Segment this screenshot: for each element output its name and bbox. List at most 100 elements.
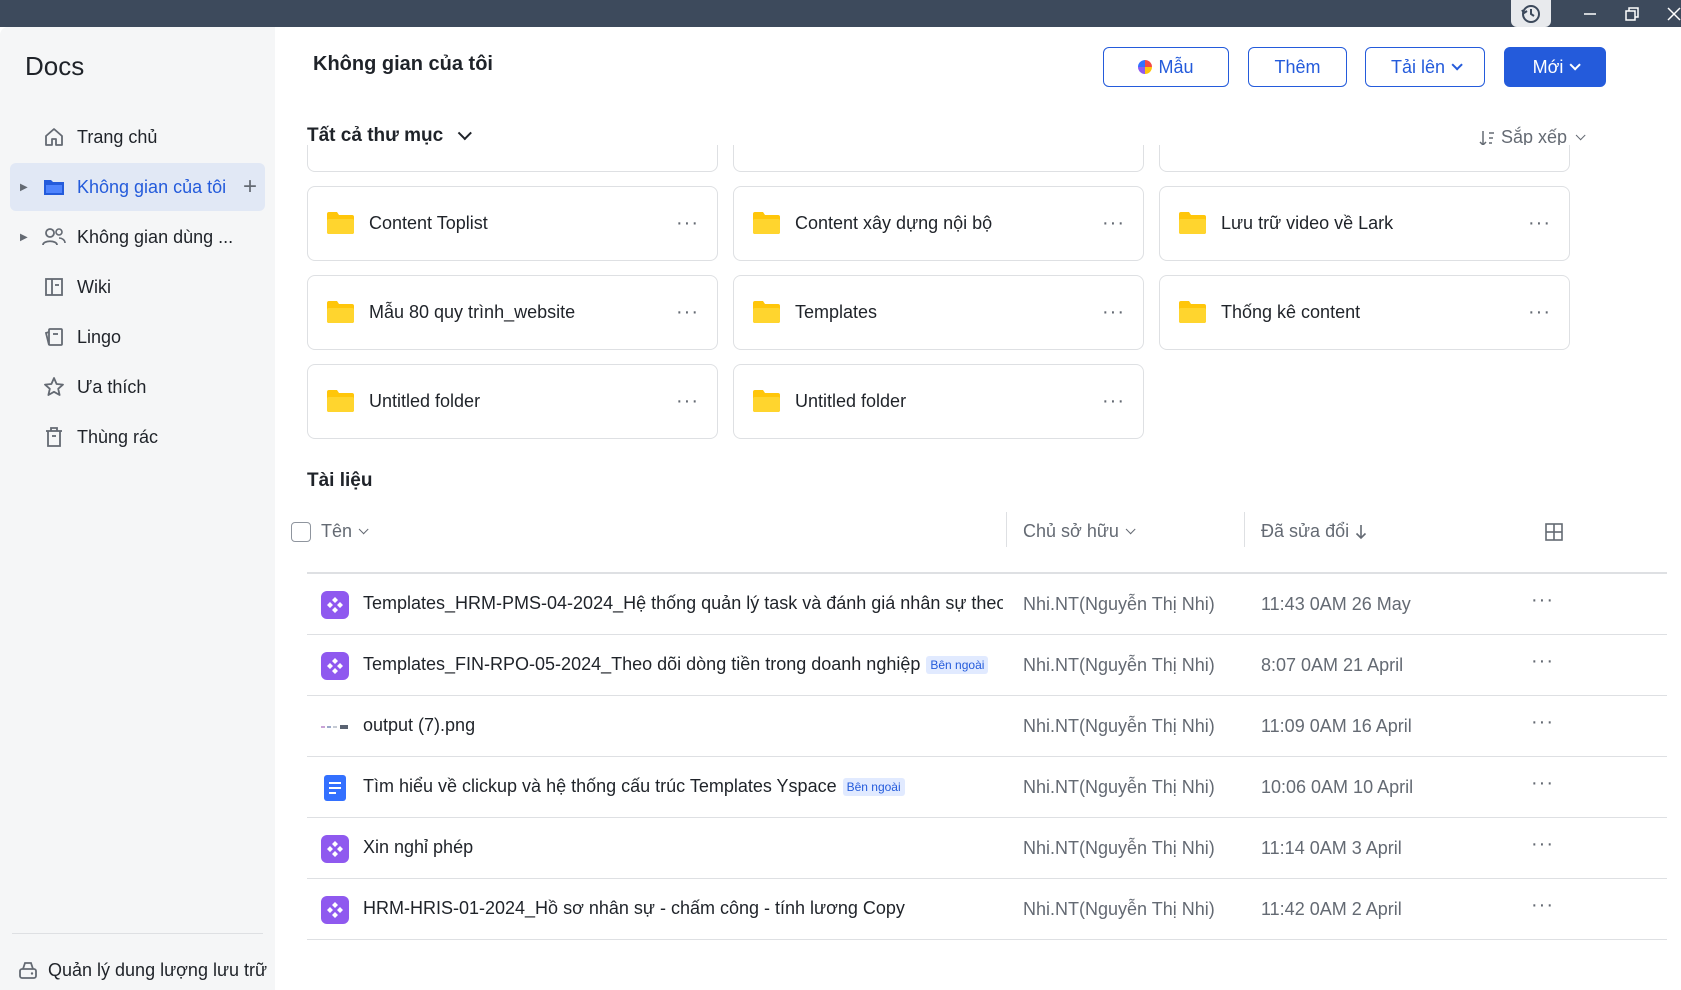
more-icon[interactable]: ···: [1531, 833, 1554, 856]
all-folders-dropdown[interactable]: Tất cả thư mục: [307, 125, 473, 147]
main-content: Không gian của tôi Mẫu Thêm Tải lên Mới …: [275, 27, 1681, 990]
select-all-checkbox[interactable]: [291, 522, 311, 542]
more-icon[interactable]: ···: [1531, 894, 1554, 917]
document-name: Templates_HRM-PMS-04-2024_Hệ thống quản …: [363, 593, 1003, 614]
sidebar-item-my-space[interactable]: ▶ Không gian của tôi +: [10, 163, 265, 211]
star-icon: [42, 375, 66, 399]
document-list: Templates_HRM-PMS-04-2024_Hệ thống quản …: [307, 574, 1667, 940]
document-title: Tìm hiểu về clickup và hệ thống cấu trúc…: [363, 776, 837, 796]
column-header-name[interactable]: Tên: [321, 521, 369, 542]
more-icon[interactable]: ···: [1528, 212, 1551, 235]
sidebar-item-label: Không gian dùng ...: [77, 226, 234, 247]
folder-card[interactable]: Content Toplist ···: [307, 186, 718, 261]
expand-caret-icon[interactable]: ▶: [20, 232, 28, 243]
chevron-down-icon: [358, 524, 369, 535]
folder-card-partial[interactable]: [733, 145, 1144, 172]
new-button-label: Mới: [1532, 56, 1564, 77]
new-button[interactable]: Mới: [1504, 47, 1606, 87]
document-owner: Nhi.NT(Nguyễn Thị Nhi): [1023, 899, 1215, 919]
document-owner: Nhi.NT(Nguyễn Thị Nhi): [1023, 777, 1215, 797]
folder-card[interactable]: Templates ···: [733, 275, 1144, 350]
more-icon[interactable]: ···: [1528, 301, 1551, 324]
folder-icon: [42, 175, 66, 199]
document-owner: Nhi.NT(Nguyễn Thị Nhi): [1023, 838, 1215, 858]
document-name: Xin nghỉ phép: [363, 837, 473, 858]
sidebar-item-lingo[interactable]: Lingo: [10, 313, 265, 361]
table-row[interactable]: Xin nghỉ phép Nhi.NT(Nguyễn Thị Nhi) 11:…: [307, 818, 1667, 879]
image-thumbnail-icon: [320, 712, 350, 742]
folder-icon: [753, 301, 780, 323]
sidebar-item-home[interactable]: Trang chủ: [10, 113, 265, 161]
folder-card[interactable]: Untitled folder ···: [733, 364, 1144, 439]
more-icon[interactable]: ···: [676, 212, 699, 235]
table-row[interactable]: Templates_FIN-RPO-05-2024_Theo dõi dòng …: [307, 635, 1667, 696]
column-header-owner[interactable]: Chủ sở hữu: [1023, 521, 1136, 542]
add-icon[interactable]: +: [243, 173, 257, 201]
table-header: Tên Chủ sở hữu Đã sửa đổi: [291, 507, 1667, 552]
chevron-down-icon: [1569, 59, 1582, 71]
table-row[interactable]: output (7).png Nhi.NT(Nguyễn Thị Nhi) 11…: [307, 696, 1667, 757]
upload-button[interactable]: Tải lên: [1365, 47, 1485, 87]
folder-icon: [1179, 212, 1206, 234]
more-icon[interactable]: ···: [1102, 212, 1125, 235]
sidebar-item-favorites[interactable]: Ưa thích: [10, 363, 265, 411]
more-icon[interactable]: ···: [1531, 711, 1554, 734]
folder-card-partial[interactable]: [1159, 145, 1570, 172]
folder-name: Templates: [795, 302, 878, 322]
column-divider[interactable]: [1006, 512, 1007, 547]
folder-icon: [1179, 301, 1206, 323]
table-row[interactable]: Templates_HRM-PMS-04-2024_Hệ thống quản …: [307, 574, 1667, 635]
column-divider[interactable]: [1244, 512, 1245, 547]
add-button[interactable]: Thêm: [1248, 47, 1347, 87]
sidebar-item-shared-space[interactable]: ▶ Không gian dùng ...: [10, 213, 265, 261]
sidebar-item-wiki[interactable]: Wiki: [10, 263, 265, 311]
folder-card[interactable]: Mẫu 80 quy trình_website ···: [307, 275, 718, 350]
folder-name: Thống kê content: [1221, 302, 1361, 322]
external-badge: Bên ngoài: [926, 655, 989, 674]
folder-name: Untitled folder: [369, 391, 481, 411]
document-name: HRM-HRIS-01-2024_Hồ sơ nhân sự - chấm cô…: [363, 898, 905, 919]
folder-card[interactable]: Lưu trữ video về Lark ···: [1159, 186, 1570, 261]
column-owner-label: Chủ sở hữu: [1023, 521, 1119, 541]
restore-icon[interactable]: [1612, 0, 1652, 27]
more-icon[interactable]: ···: [1531, 589, 1554, 612]
folder-name: Content xây dựng nội bộ: [795, 213, 993, 233]
document-title: Xin nghỉ phép: [363, 837, 474, 857]
document-title: HRM-HRIS-01-2024_Hồ sơ nhân sự - chấm cô…: [363, 898, 905, 918]
history-icon[interactable]: [1511, 0, 1551, 27]
storage-label: Quản lý dung lượng lưu trữ: [48, 959, 268, 980]
close-icon[interactable]: [1654, 0, 1681, 27]
column-header-modified[interactable]: Đã sửa đổi: [1261, 521, 1367, 542]
arrow-down-icon: [1355, 524, 1367, 540]
storage-management-link[interactable]: Quản lý dung lượng lưu trữ: [18, 959, 267, 981]
folder-card[interactable]: Untitled folder ···: [307, 364, 718, 439]
folder-card[interactable]: Content xây dựng nội bộ ···: [733, 186, 1144, 261]
chevron-down-icon: [1575, 130, 1586, 141]
sidebar-item-trash[interactable]: Thùng rác: [10, 413, 265, 461]
folder-icon: [753, 212, 780, 234]
template-button-label: Mẫu: [1158, 56, 1194, 77]
table-row[interactable]: HRM-HRIS-01-2024_Hồ sơ nhân sự - chấm cô…: [307, 879, 1667, 940]
folder-grid: Content Toplist ··· Content xây dựng nội…: [307, 145, 1677, 475]
sort-icon: [1479, 129, 1495, 147]
folder-name: Lưu trữ video về Lark: [1221, 213, 1394, 233]
upload-button-label: Tải lên: [1390, 56, 1446, 77]
template-button[interactable]: Mẫu: [1103, 47, 1229, 87]
folder-card[interactable]: Thống kê content ···: [1159, 275, 1570, 350]
folder-name: Untitled folder: [795, 391, 907, 411]
more-icon[interactable]: ···: [676, 301, 699, 324]
expand-caret-icon[interactable]: ▶: [20, 182, 28, 193]
table-row[interactable]: Tìm hiểu về clickup và hệ thống cấu trúc…: [307, 757, 1667, 818]
more-icon[interactable]: ···: [1531, 650, 1554, 673]
more-icon[interactable]: ···: [1102, 301, 1125, 324]
folder-card-partial[interactable]: [307, 145, 718, 172]
minimize-icon[interactable]: [1570, 0, 1610, 27]
external-badge: Bên ngoài: [842, 777, 905, 796]
more-icon[interactable]: ···: [1102, 390, 1125, 413]
document-modified: 10:06 0AM 10 April: [1261, 777, 1414, 797]
template-icon: [1138, 60, 1153, 74]
more-icon[interactable]: ···: [1531, 772, 1554, 795]
grid-view-icon[interactable]: [1544, 522, 1564, 547]
document-owner: Nhi.NT(Nguyễn Thị Nhi): [1023, 655, 1215, 675]
more-icon[interactable]: ···: [676, 390, 699, 413]
